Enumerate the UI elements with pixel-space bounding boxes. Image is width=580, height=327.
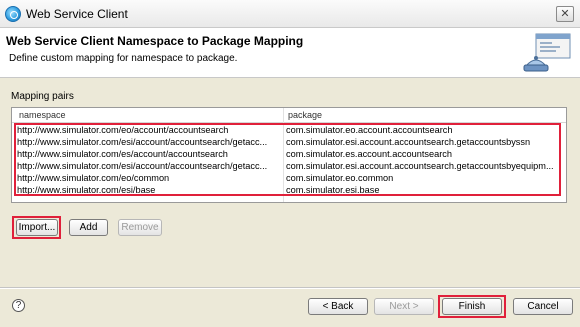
next-button[interactable]: Next >	[374, 298, 434, 315]
close-button[interactable]: ✕	[556, 6, 574, 22]
wizard-window-icon	[523, 33, 571, 72]
footer-separator	[0, 287, 580, 289]
column-header-namespace[interactable]: namespace	[19, 110, 66, 120]
page-title: Web Service Client Namespace to Package …	[6, 34, 304, 48]
finish-highlight-box	[438, 295, 506, 318]
title-bar: Web Service Client ✕	[0, 0, 580, 28]
back-button[interactable]: < Back	[308, 298, 368, 315]
mapping-pairs-label: Mapping pairs	[11, 91, 74, 102]
page-description: Define custom mapping for namespace to p…	[9, 53, 238, 64]
add-button[interactable]: Add	[69, 219, 108, 236]
rows-highlight-box	[14, 123, 561, 196]
web-service-client-icon	[5, 6, 21, 22]
column-header-package[interactable]: package	[288, 110, 322, 120]
wizard-dialog: Web Service Client ✕ Web Service Client …	[0, 0, 580, 327]
import-highlight-box	[12, 216, 61, 239]
window-title: Web Service Client	[26, 7, 128, 21]
cancel-button[interactable]: Cancel	[513, 298, 573, 315]
table-header: namespace package	[12, 108, 566, 123]
remove-button[interactable]: Remove	[118, 219, 162, 236]
wizard-banner: Web Service Client Namespace to Package …	[0, 28, 580, 78]
help-icon[interactable]: ?	[12, 299, 25, 312]
